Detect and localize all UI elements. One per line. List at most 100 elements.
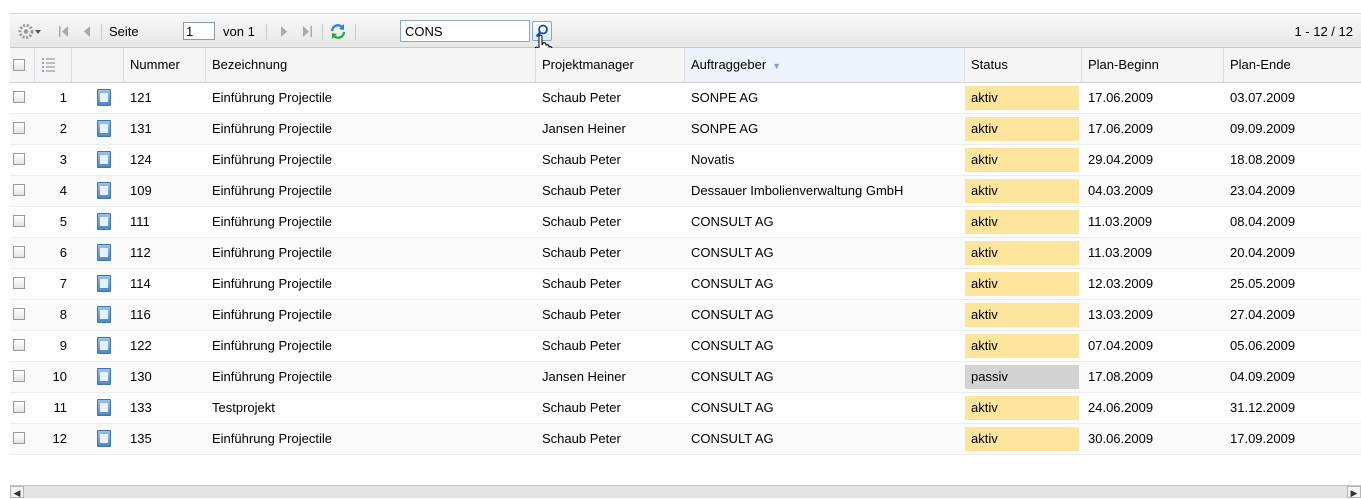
cell-bezeichnung: Einführung Projectile	[212, 307, 332, 322]
cell-plan-ende: 03.07.2009	[1230, 90, 1296, 105]
cell-plan-beginn: 11.03.2009	[1088, 214, 1153, 229]
document-icon[interactable]	[97, 306, 111, 323]
row-checkbox[interactable]	[13, 184, 25, 196]
page-count-label: von 1	[223, 24, 255, 39]
cell-nummer: 135	[130, 431, 152, 446]
cell-bezeichnung: Einführung Projectile	[212, 338, 332, 353]
last-page-icon[interactable]	[298, 14, 316, 49]
cell-projektmanager: Schaub Peter	[542, 152, 621, 167]
row-checkbox[interactable]	[13, 91, 25, 103]
column-header-status[interactable]: Status	[965, 48, 1082, 82]
status-badge: aktiv	[965, 303, 1079, 327]
column-header-projektmanager[interactable]: Projektmanager	[536, 48, 685, 82]
row-index: 6	[59, 245, 67, 260]
column-header-bezeichnung[interactable]: Bezeichnung	[206, 48, 536, 82]
cell-nummer: 133	[130, 400, 152, 415]
page-number-input[interactable]	[183, 22, 215, 40]
status-badge: passiv	[965, 365, 1079, 389]
cell-nummer: 112	[130, 245, 151, 260]
table-row[interactable]: 8 116 Einführung Projectile Schaub Peter CON…	[10, 300, 1361, 331]
cell-projektmanager: Schaub Peter	[542, 214, 621, 229]
cell-projektmanager: Schaub Peter	[542, 431, 621, 446]
cell-projektmanager: Jansen Heiner	[542, 121, 626, 136]
cell-nummer: 116	[130, 307, 151, 322]
table-row[interactable]: 1 121 Einführung Projectile Schaub Peter SON…	[10, 83, 1361, 114]
row-checkbox[interactable]	[13, 246, 25, 258]
table-row[interactable]: 11 133 Testprojekt Schaub Peter CONSULT AG ak…	[10, 393, 1361, 424]
scroll-left-icon[interactable]: ◀	[10, 486, 24, 498]
cell-projektmanager: Schaub Peter	[542, 245, 621, 260]
column-header-plan-ende[interactable]: Plan-Ende	[1224, 48, 1361, 82]
cell-bezeichnung: Einführung Projectile	[212, 90, 332, 105]
table-row[interactable]: 5 111 Einführung Projectile Schaub Peter CON…	[10, 207, 1361, 238]
table-row[interactable]: 4 109 Einführung Projectile Schaub Peter Des…	[10, 176, 1361, 207]
document-icon[interactable]	[97, 89, 111, 106]
table-row[interactable]: 7 114 Einführung Projectile Schaub Peter CON…	[10, 269, 1361, 300]
row-checkbox[interactable]	[13, 401, 25, 413]
cell-plan-ende: 05.06.2009	[1230, 338, 1296, 353]
cell-auftraggeber: CONSULT AG	[691, 245, 774, 260]
cell-auftraggeber: CONSULT AG	[691, 431, 774, 446]
row-checkbox[interactable]	[13, 122, 25, 134]
document-icon[interactable]	[97, 337, 111, 354]
scroll-right-icon[interactable]: ▶	[1347, 486, 1361, 498]
cell-bezeichnung: Einführung Projectile	[212, 214, 332, 229]
document-icon[interactable]	[97, 182, 111, 199]
table-row[interactable]: 3 124 Einführung Projectile Schaub Peter Nov…	[10, 145, 1361, 176]
cell-plan-beginn: 07.04.2009	[1088, 338, 1154, 353]
search-input[interactable]	[400, 20, 530, 42]
row-index: 2	[59, 121, 67, 136]
refresh-icon[interactable]	[328, 14, 350, 49]
table-row[interactable]: 12 135 Einführung Projectile Schaub Peter CO…	[10, 424, 1361, 455]
cell-plan-ende: 17.09.2009	[1230, 431, 1296, 446]
cell-plan-beginn: 12.03.2009	[1088, 276, 1154, 291]
document-icon[interactable]	[97, 430, 111, 447]
select-all-checkbox[interactable]	[13, 59, 25, 71]
cell-plan-beginn: 17.08.2009	[1088, 369, 1154, 384]
row-checkbox[interactable]	[13, 215, 25, 227]
cell-projektmanager: Schaub Peter	[542, 276, 621, 291]
document-icon[interactable]	[97, 399, 111, 416]
cell-auftraggeber: Dessauer Imbolienverwaltung GmbH	[691, 183, 904, 198]
column-header-auftraggeber-label: Auftraggeber	[691, 57, 767, 72]
document-icon[interactable]	[97, 244, 111, 261]
cell-plan-beginn: 29.04.2009	[1088, 152, 1154, 167]
document-icon[interactable]	[97, 368, 111, 385]
cell-plan-ende: 20.04.2009	[1230, 245, 1296, 260]
column-header-auftraggeber[interactable]: Auftraggeber ▼	[685, 48, 965, 82]
column-header-nummer[interactable]: Nummer	[124, 48, 206, 82]
cell-auftraggeber: SONPE AG	[691, 121, 759, 136]
row-checkbox[interactable]	[13, 339, 25, 351]
cell-auftraggeber: CONSULT AG	[691, 214, 774, 229]
row-checkbox[interactable]	[13, 153, 25, 165]
table-row[interactable]: 2 131 Einführung Projectile Jansen Heiner SO…	[10, 114, 1361, 145]
prev-page-icon[interactable]	[78, 14, 96, 49]
grid-body: 1 121 Einführung Projectile Schaub Peter SON…	[10, 83, 1361, 458]
cell-bezeichnung: Einführung Projectile	[212, 245, 332, 260]
select-all-cell	[10, 48, 35, 82]
cell-bezeichnung: Testprojekt	[212, 400, 275, 415]
document-icon[interactable]	[97, 213, 111, 230]
row-checkbox[interactable]	[13, 308, 25, 320]
horizontal-scrollbar[interactable]: ◀ ▶	[10, 485, 1361, 498]
row-checkbox[interactable]	[13, 277, 25, 289]
table-row[interactable]: 10 130 Einführung Projectile Jansen Heiner C…	[10, 362, 1361, 393]
cell-bezeichnung: Einführung Projectile	[212, 431, 332, 446]
row-checkbox[interactable]	[13, 432, 25, 444]
table-row[interactable]: 6 112 Einführung Projectile Schaub Peter CON…	[10, 238, 1361, 269]
document-icon[interactable]	[97, 275, 111, 292]
page-label: Seite	[109, 24, 139, 39]
document-icon[interactable]	[97, 120, 111, 137]
next-page-icon[interactable]	[275, 14, 293, 49]
first-page-icon[interactable]	[55, 14, 73, 49]
column-header-plan-beginn[interactable]: Plan-Beginn	[1082, 48, 1224, 82]
column-chooser-icon[interactable]	[35, 48, 72, 82]
status-badge: aktiv	[965, 241, 1079, 265]
status-badge: aktiv	[965, 272, 1079, 296]
cell-plan-ende: 04.09.2009	[1230, 369, 1296, 384]
cell-nummer: 131	[130, 121, 152, 136]
gear-icon[interactable]	[16, 14, 46, 49]
table-row[interactable]: 9 122 Einführung Projectile Schaub Peter CON…	[10, 331, 1361, 362]
row-checkbox[interactable]	[13, 370, 25, 382]
document-icon[interactable]	[97, 151, 111, 168]
